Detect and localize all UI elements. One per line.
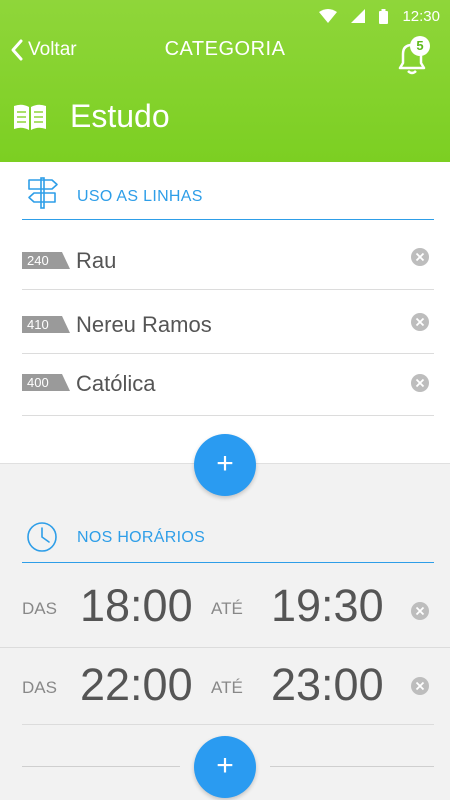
line-number: 410 [27,317,49,332]
wifi-icon [319,9,338,23]
line-name: Católica [76,371,156,396]
signpost-icon [28,177,58,209]
time-range-row[interactable]: DAS 22:00 ATÉ 23:00 [22,647,434,727]
add-time-label: + [216,749,234,782]
remove-icon[interactable] [410,676,430,696]
status-time: 12:30 [402,7,440,25]
nav-bar: Voltar CATEGORIA 5 [0,32,450,75]
line-number: 400 [27,375,49,390]
signal-icon [351,9,366,23]
category-title: Estudo [70,98,170,134]
remove-icon[interactable] [410,312,430,332]
to-label: ATÉ [211,599,243,618]
page-title: CATEGORIA [164,38,286,60]
line-item[interactable]: 410 Nereu Ramos [22,290,434,354]
notifications-button[interactable]: 5 [392,34,432,76]
start-time[interactable]: 22:00 [80,659,193,711]
remove-icon[interactable] [410,247,430,267]
remove-icon[interactable] [410,601,430,621]
lines-section-title: USO AS LINHAS [77,188,203,205]
book-icon [14,104,46,130]
end-time[interactable]: 23:00 [271,659,384,711]
category-heading: Estudo [12,98,170,135]
add-line-button[interactable]: + [194,434,256,496]
lines-section-header: USO AS LINHAS [22,164,434,220]
divider [22,766,180,767]
status-bar: 12:30 [0,0,450,32]
remove-icon[interactable] [410,373,430,393]
add-time-button[interactable]: + [194,736,256,798]
line-name: Rau [76,248,117,273]
to-label: ATÉ [211,678,243,697]
app-header: 12:30 Voltar CATEGORIA 5 Estudo [0,0,450,162]
times-section-title: NOS HORÁRIOS [77,529,206,546]
from-label: DAS [22,599,57,618]
line-name: Nereu Ramos [76,312,212,337]
line-item[interactable]: 240 Rau [22,226,434,290]
divider [270,766,434,767]
start-time[interactable]: 18:00 [80,580,193,632]
line-item[interactable]: 400 Católica [22,354,434,416]
battery-icon [379,8,389,24]
divider [22,724,434,725]
from-label: DAS [22,678,57,697]
clock-icon [27,522,57,552]
add-line-label: + [216,447,234,480]
end-time[interactable]: 19:30 [271,580,384,632]
notification-badge: 5 [410,36,430,56]
times-section-header: NOS HORÁRIOS [22,507,434,563]
line-number: 240 [27,253,49,268]
time-range-row[interactable]: DAS 18:00 ATÉ 19:30 [0,568,450,648]
